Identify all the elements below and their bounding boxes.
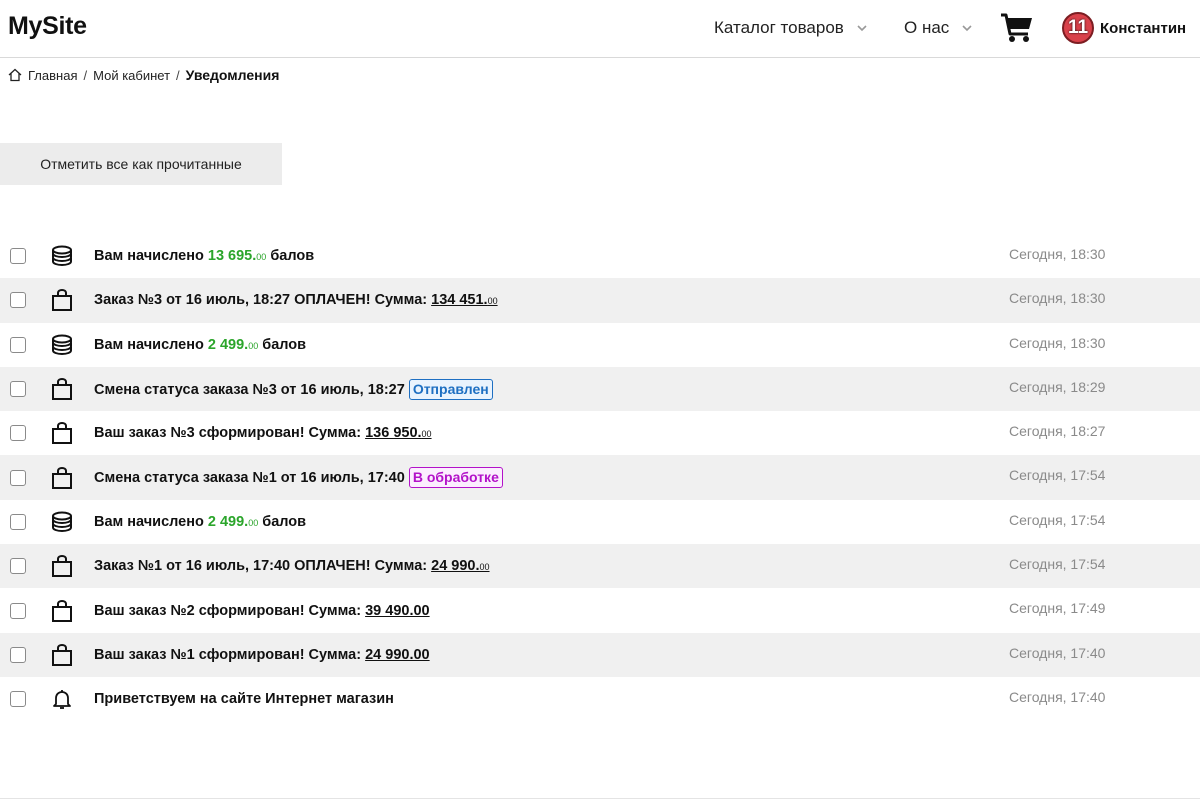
notification-count-badge: 11 [1062,12,1094,44]
notification-time: Сегодня, 18:30 [1009,334,1106,351]
order-sum-link[interactable]: 39 490.00 [365,603,430,619]
bag-icon [52,422,72,445]
notification-checkbox[interactable] [10,381,26,398]
user-menu[interactable]: 11 Константин [1062,12,1186,44]
notification-time: Сегодня, 17:40 [1009,688,1106,705]
coins-icon [52,334,72,355]
site-logo[interactable]: MySite [8,12,87,41]
notification-time: Сегодня, 17:40 [1009,644,1106,661]
breadcrumb-separator: / [176,67,180,83]
home-icon [8,68,22,82]
notification-row: Ваш заказ №3 сформирован! Сумма: 136 950… [0,411,1200,455]
points-amount: 2 499. [207,513,249,530]
notification-row: Вам начислено 2 499.00 балов Сегодня, 17… [0,500,1200,544]
site-header: MySite Каталог товаров О нас 11 Констант… [0,0,1200,58]
notification-row: Заказ №1 от 16 июль, 17:40 ОПЛАЧЕН! Сумм… [0,544,1200,589]
bag-icon [52,643,72,666]
bag-icon [52,466,72,489]
points-amount: 2 499. [207,336,249,353]
order-sum-link[interactable]: 24 990.00 [431,558,489,574]
notification-text: Приветствуем на сайте Интернет магазин [94,691,394,708]
notification-checkbox[interactable] [10,558,26,575]
notification-time: Сегодня, 17:49 [1009,600,1106,617]
notification-text: Смена статуса заказа №3 от 16 июль, 18:2… [94,378,493,400]
chevron-down-icon [857,25,867,32]
chevron-down-icon [962,25,972,32]
breadcrumb-separator: / [83,67,88,83]
notification-checkbox[interactable] [10,292,26,309]
notification-time: Сегодня, 17:54 [1009,556,1106,573]
notification-checkbox[interactable] [10,513,26,530]
nav-catalog[interactable]: Каталог товаров [714,18,868,38]
mark-all-read-button[interactable]: Отметить все как прочитанные [0,143,282,185]
footer-divider [0,798,1200,799]
notification-time: Сегодня, 18:27 [1009,423,1106,440]
bag-icon [52,378,72,401]
notification-time: Сегодня, 18:30 [1009,290,1106,307]
coins-icon [52,245,72,267]
nav-catalog-label: Каталог товаров [714,18,844,37]
notification-row: Вам начислено 2 499.00 балов Сегодня, 18… [0,323,1200,367]
bag-icon [52,599,72,622]
notification-row: Вам начислено 13 695.00 балов Сегодня, 1… [0,234,1200,278]
coins-icon [52,511,72,532]
breadcrumb-cabinet[interactable]: Мой кабинет [93,68,170,83]
notification-row: Приветствуем на сайте Интернет магазин С… [0,677,1200,721]
user-name: Константин [1100,19,1187,37]
notification-time: Сегодня, 17:54 [1009,511,1106,528]
status-badge: В обработке [408,467,503,489]
bell-icon [53,690,71,710]
notification-text: Ваш заказ №3 сформирован! Сумма: 136 950… [94,425,432,442]
notification-row: Ваш заказ №2 сформирован! Сумма: 39 490.… [0,588,1200,632]
order-sum-link[interactable]: 24 990.00 [365,647,430,663]
notification-checkbox[interactable] [10,425,26,442]
notification-text: Вам начислено 13 695.00 балов [94,248,315,265]
status-badge: Отправлен [408,378,493,400]
bag-icon [52,555,72,578]
notification-time: Сегодня, 17:54 [1009,467,1106,484]
notification-time: Сегодня, 18:29 [1009,378,1106,395]
notification-text: Заказ №1 от 16 июль, 17:40 ОПЛАЧЕН! Сумм… [94,558,490,575]
notification-checkbox[interactable] [10,602,26,619]
bag-icon [52,289,72,312]
breadcrumb-home[interactable]: Главная [28,68,77,83]
notification-checkbox[interactable] [10,469,26,486]
cart-icon[interactable] [1000,12,1034,44]
notification-checkbox[interactable] [10,691,26,708]
notification-checkbox[interactable] [10,336,26,353]
notification-text: Вам начислено 2 499.00 балов [94,513,307,530]
notification-text: Ваш заказ №1 сформирован! Сумма: 24 990.… [94,646,430,663]
notification-text: Заказ №3 от 16 июль, 18:27 ОПЛАЧЕН! Сумм… [94,292,498,309]
nav-about[interactable]: О нас [904,18,973,38]
notification-time: Сегодня, 18:30 [1009,246,1106,262]
breadcrumb-current: Уведомления [185,67,280,83]
points-amount: 13 695. [207,248,257,265]
notification-row: Заказ №3 от 16 июль, 18:27 ОПЛАЧЕН! Сумм… [0,278,1200,323]
notification-checkbox[interactable] [10,646,26,663]
breadcrumb: Главная / Мой кабинет / Уведомления [8,67,279,83]
notification-checkbox[interactable] [10,248,26,265]
notification-row: Смена статуса заказа №3 от 16 июль, 18:2… [0,366,1200,412]
nav-about-label: О нас [904,18,950,37]
order-sum-link[interactable]: 134 451.00 [431,292,497,308]
notification-row: Смена статуса заказа №1 от 16 июль, 17:4… [0,455,1200,500]
notification-text: Ваш заказ №2 сформирован! Сумма: 39 490.… [94,602,430,619]
order-sum-link[interactable]: 136 950.00 [365,425,431,441]
notification-text: Смена статуса заказа №1 от 16 июль, 17:4… [94,467,503,489]
notification-row: Ваш заказ №1 сформирован! Сумма: 24 990.… [0,632,1200,677]
notification-text: Вам начислено 2 499.00 балов [94,336,307,353]
notifications-list: Вам начислено 13 695.00 балов Сегодня, 1… [0,234,1200,721]
